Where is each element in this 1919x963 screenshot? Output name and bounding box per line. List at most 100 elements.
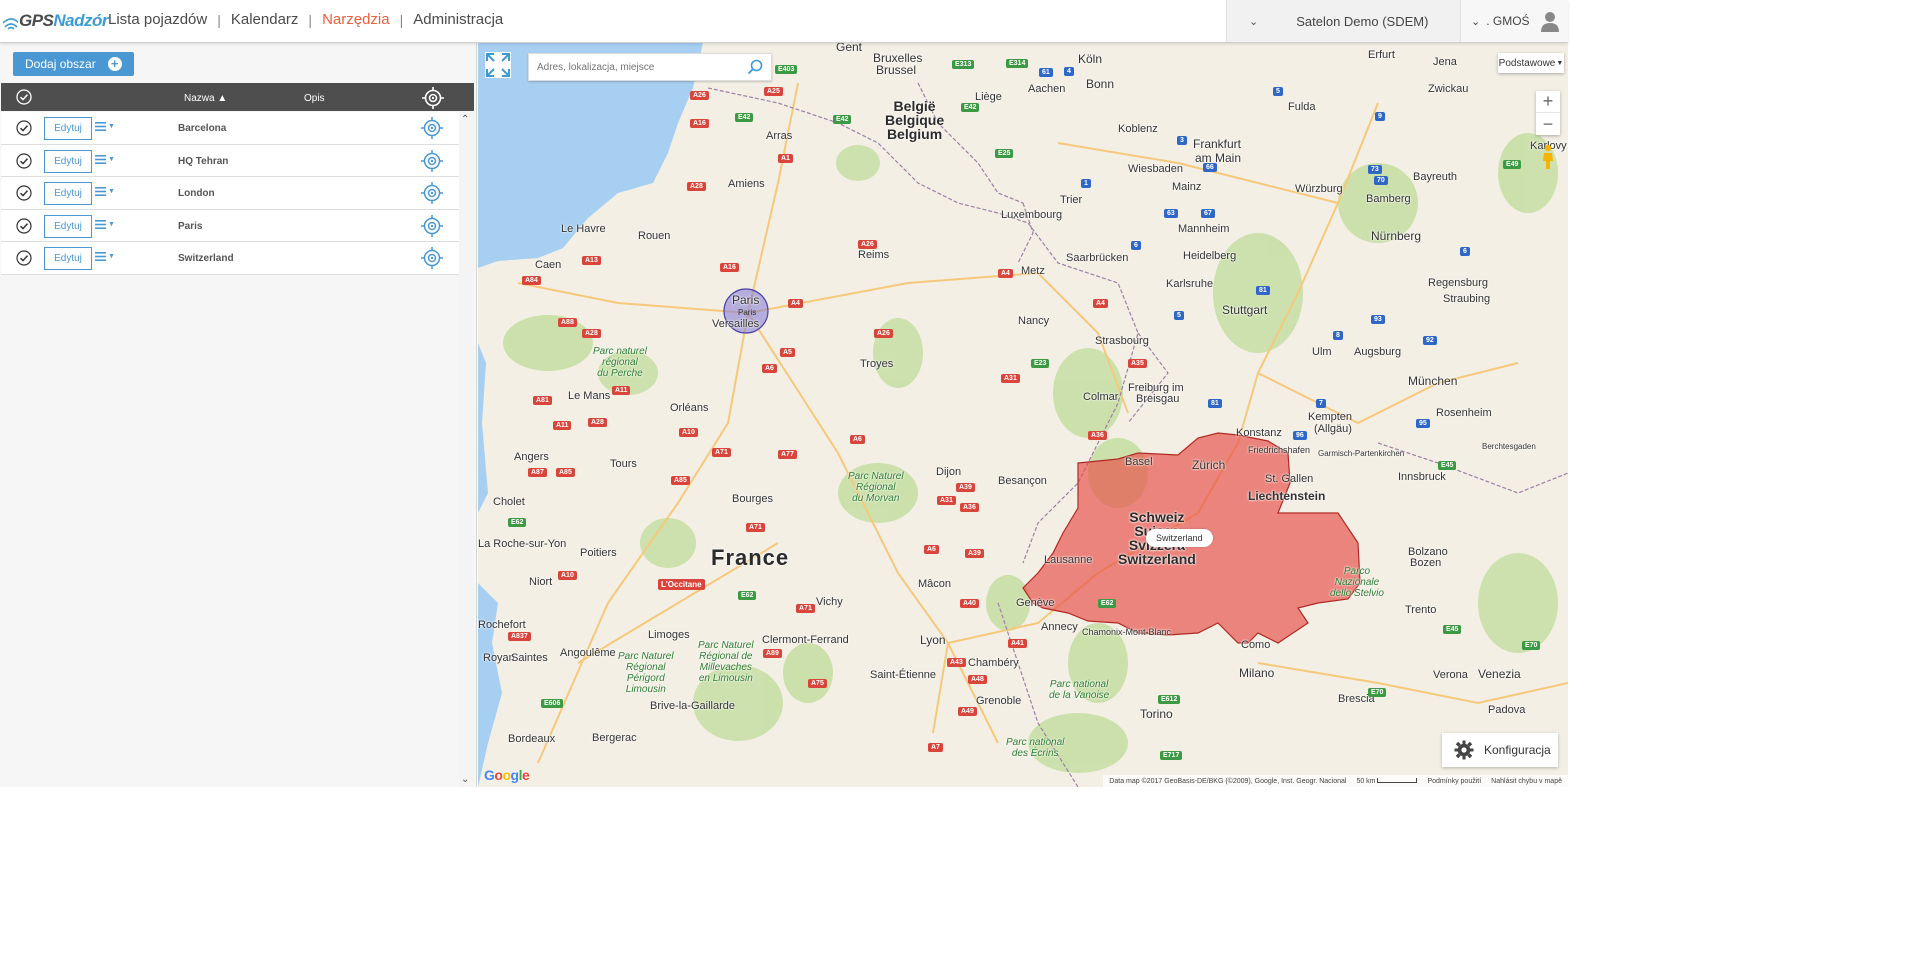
city-label: Besançon — [998, 475, 1047, 487]
row-check-icon[interactable] — [16, 120, 32, 136]
nav-tools[interactable]: Narzędzia — [322, 11, 390, 28]
road-shield: A88 — [558, 318, 577, 327]
account-label: Satelon Demo (SDEM) — [1296, 13, 1429, 29]
row-menu-button[interactable]: ▼ — [95, 187, 115, 197]
road-shield: 9 — [1375, 112, 1385, 121]
google-logo-letter: g — [510, 767, 520, 783]
road-shield: A28 — [687, 182, 706, 191]
road-shield: 6 — [1131, 241, 1141, 250]
city-label: Vichy — [816, 596, 843, 608]
map-search-input[interactable] — [529, 54, 739, 80]
city-label: Bonn — [1086, 77, 1115, 91]
row-check-icon[interactable] — [16, 185, 32, 201]
plus-icon: + — [107, 57, 122, 71]
account-selector[interactable]: ⌄ Satelon Demo (SDEM) — [1226, 0, 1460, 42]
row-check-icon[interactable] — [16, 250, 32, 266]
user-name: . GMOŚ — [1486, 14, 1530, 28]
city-label: Metz — [1021, 265, 1045, 277]
nav-calendar[interactable]: Kalendarz — [231, 11, 299, 28]
city-label: am Main — [1195, 151, 1242, 165]
street-view-pegman-icon[interactable] — [1538, 144, 1558, 170]
city-label: Frankfurt — [1193, 137, 1242, 151]
add-area-button[interactable]: Dodaj obszar + — [13, 52, 134, 76]
map-canvas[interactable]: France België Belgique Belgium Schweiz S… — [478, 43, 1568, 787]
hamburger-menu-icon — [95, 154, 106, 164]
city-label: Chambéry — [968, 657, 1019, 669]
road-shield: 63 — [1164, 209, 1178, 218]
city-label: Aachen — [1028, 83, 1066, 95]
city-label: Jena — [1433, 56, 1457, 68]
edit-button[interactable]: Edytuj — [44, 214, 92, 238]
hamburger-menu-icon — [95, 122, 106, 131]
locate-area-icon[interactable] — [421, 214, 443, 237]
locate-area-icon[interactable] — [421, 182, 443, 205]
park-label-line: Périgord — [626, 673, 665, 684]
nav-vehicle-list[interactable]: Lista pojazdów — [108, 11, 207, 28]
switzerland-name-en: Switzerland — [1118, 551, 1196, 567]
zoom-out-button[interactable]: − — [1536, 113, 1560, 135]
hamburger-menu-icon — [95, 219, 106, 229]
city-label: Mainz — [1172, 181, 1202, 193]
city-label: Limoges — [648, 629, 690, 641]
row-menu-button[interactable]: ▼ — [95, 122, 115, 131]
locate-area-icon[interactable] — [421, 117, 443, 139]
nav-administration[interactable]: Administracja — [413, 11, 503, 28]
road-shield: 96 — [1293, 431, 1307, 440]
select-all-check-icon[interactable] — [16, 89, 32, 105]
report-error-link[interactable]: Nahlásit chybu v mapě — [1491, 778, 1562, 785]
row-check-icon[interactable] — [16, 218, 32, 234]
road-shield: E23 — [1031, 359, 1050, 368]
row-menu-button[interactable]: ▼ — [95, 252, 115, 262]
scroll-down-icon[interactable]: ⌄ — [461, 774, 469, 785]
zoom-in-button[interactable]: + — [1536, 91, 1560, 113]
park-label-line: Régional — [626, 662, 666, 673]
road-shield: A36 — [1088, 431, 1107, 440]
edit-button[interactable]: Edytuj — [44, 117, 92, 140]
terms-link[interactable]: Podmínky použití — [1427, 778, 1481, 785]
configuration-button[interactable]: Konfiguracja — [1442, 733, 1558, 767]
row-check-icon[interactable] — [16, 152, 32, 169]
road-shield: E612 — [1158, 695, 1181, 704]
map-type-selector[interactable]: Podstawowe ▼ — [1498, 53, 1564, 73]
city-label: Zwickau — [1428, 83, 1469, 95]
city-label: Rosenheim — [1436, 407, 1492, 419]
target-all-icon[interactable] — [422, 87, 444, 109]
area-name: Barcelona — [178, 123, 227, 134]
road-shield: E42 — [961, 103, 980, 112]
city-label: Stuttgart — [1222, 303, 1268, 317]
locate-area-icon[interactable] — [421, 149, 443, 172]
edit-button[interactable]: Edytuj — [44, 149, 92, 173]
fullscreen-button[interactable] — [485, 52, 511, 78]
road-shield: A43 — [947, 658, 966, 667]
scroll-up-icon[interactable]: ⌃ — [461, 114, 469, 125]
switzerland-area-label[interactable]: Switzerland — [1146, 529, 1213, 547]
locate-area-icon[interactable] — [421, 247, 443, 270]
row-menu-button[interactable]: ▼ — [95, 154, 115, 164]
city-label: Innsbruck — [1398, 471, 1446, 483]
table-row: Edytuj ▼ Paris — [1, 209, 459, 243]
edit-button[interactable]: Edytuj — [44, 247, 92, 271]
park-label-line: Parc national — [1006, 737, 1065, 748]
user-menu[interactable]: ⌄ . GMOŚ — [1460, 0, 1568, 42]
park-label: Parc Naturel Régional de Millevaches en … — [698, 640, 754, 684]
city-label: Brussel — [876, 63, 917, 77]
road-shield: A25 — [764, 87, 783, 96]
chevron-down-icon: ⌄ — [1249, 15, 1259, 28]
table-header: Nazwa ▲ Opis — [1, 83, 474, 111]
row-menu-button[interactable]: ▼ — [95, 219, 115, 229]
city-label: Genève — [1016, 597, 1055, 609]
city-label: Breisgau — [1136, 393, 1180, 405]
city-label: München — [1408, 374, 1458, 388]
city-label: Kempten — [1308, 411, 1353, 423]
city-label: La Roche-sur-Yon — [478, 538, 567, 550]
city-label: Bergerac — [592, 732, 637, 744]
gpsnadzor-logo[interactable]: GPS Nadzór — [2, 8, 109, 34]
edit-button[interactable]: Edytuj — [44, 182, 92, 206]
table-scrollbar[interactable]: ⌃ ⌄ — [459, 112, 474, 787]
caret-down-icon: ▼ — [108, 253, 115, 261]
map-scale-bar — [1377, 777, 1418, 783]
column-name-sort[interactable]: Nazwa ▲ — [184, 93, 227, 104]
search-icon[interactable] — [747, 59, 763, 75]
park-label-line: Nazionale — [1334, 577, 1380, 588]
map-attribution-bar: Data map ©2017 GeoBasis-DE/BKG (©2009), … — [1103, 775, 1568, 787]
